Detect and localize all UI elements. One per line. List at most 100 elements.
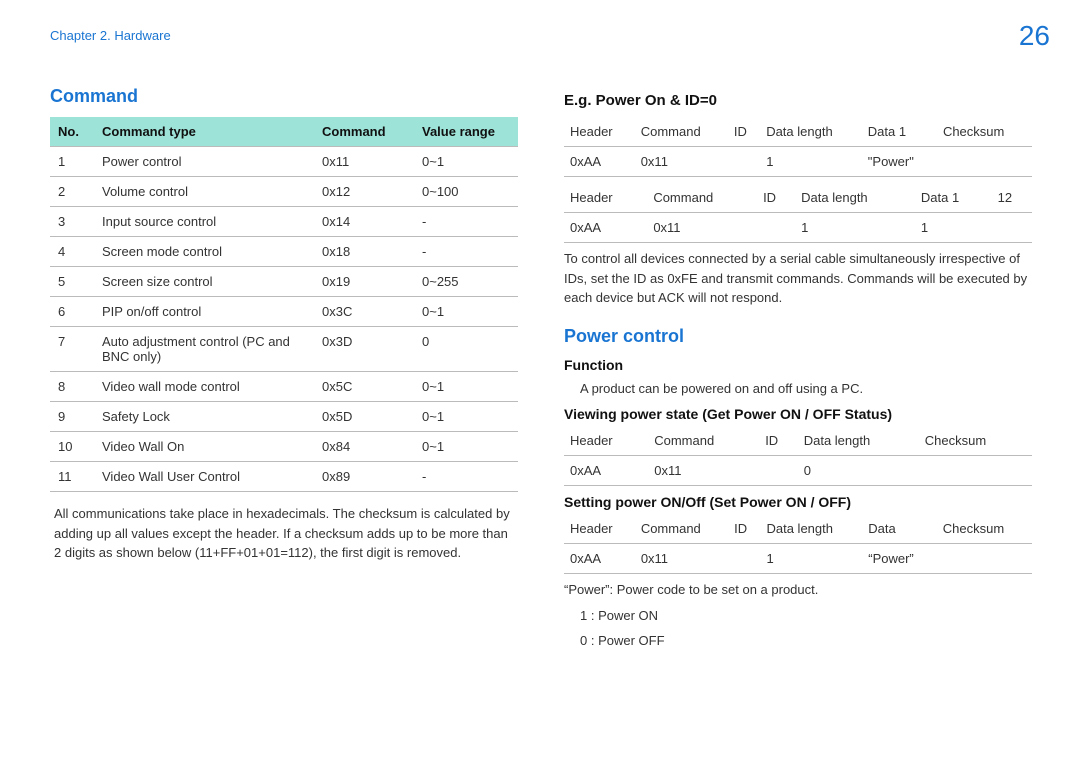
cell: Header [564,514,635,544]
cell: 2 [50,177,94,207]
cell: 0x11 [647,213,757,243]
cell: 0x3D [314,327,414,372]
cell: ID [728,514,760,544]
cell: 0~1 [414,147,518,177]
cell: Data 1 [915,183,992,213]
cell: Video Wall On [94,432,314,462]
command-table: No. Command type Command Value range 1Po… [50,117,518,492]
command-heading: Command [50,86,518,107]
cell: 8 [50,372,94,402]
cell: - [414,462,518,492]
page-header: Chapter 2. Hardware 26 [50,28,1050,52]
cell: Data 1 [862,117,937,147]
cell: Checksum [937,514,1032,544]
cell: Auto adjustment control (PC and BNC only… [94,327,314,372]
example-heading: E.g. Power On & ID=0 [564,92,1032,109]
table-row: 4Screen mode control0x18- [50,237,518,267]
power-desc: “Power”: Power code to be set on a produ… [564,580,1032,600]
two-column-layout: Command No. Command type Command Value r… [50,86,1050,657]
command-note: All communications take place in hexadec… [50,504,518,563]
cell: 1 [760,147,862,177]
table-row: 6PIP on/off control0x3C0~1 [50,297,518,327]
cell: Checksum [937,117,1032,147]
cell: 10 [50,432,94,462]
cell: 1 [795,213,915,243]
table-row: 9Safety Lock0x5D0~1 [50,402,518,432]
cell: 0~1 [414,297,518,327]
table-row: 1Power control0x110~1 [50,147,518,177]
cell: 0xAA [564,147,635,177]
cell: 11 [50,462,94,492]
cell: 0xAA [564,213,647,243]
cell: 0x89 [314,462,414,492]
cell: 0x14 [314,207,414,237]
cell: 9 [50,402,94,432]
cell: 0~1 [414,432,518,462]
col-no: No. [50,117,94,147]
cell: 0 [798,456,919,486]
cell: 0 [414,327,518,372]
cell [759,456,798,486]
cell: 1 [50,147,94,177]
cell [728,544,760,574]
example-table-1: HeaderCommandIDData lengthData 1Checksum… [564,117,1032,177]
col-cmd: Command [314,117,414,147]
cell: Header [564,426,648,456]
cell: Data [862,514,937,544]
cell: 1 [915,213,992,243]
cell: Command [635,514,728,544]
cell: "Power" [862,147,937,177]
cell: Header [564,183,647,213]
cell: Safety Lock [94,402,314,432]
cell: 0xAA [564,544,635,574]
power-on-label: 1 : Power ON [580,606,1032,626]
cell: 0x12 [314,177,414,207]
cell: Screen size control [94,267,314,297]
cell: 5 [50,267,94,297]
cell: PIP on/off control [94,297,314,327]
view-table: HeaderCommandIDData lengthChecksum 0xAA0… [564,426,1032,486]
cell: “Power” [862,544,937,574]
cell [919,456,1032,486]
cell: 1 [760,544,862,574]
power-control-heading: Power control [564,326,1032,347]
cell: 0x11 [635,544,728,574]
cell: 0x11 [648,456,759,486]
cell: 0~255 [414,267,518,297]
cell: 0x18 [314,237,414,267]
function-text: A product can be powered on and off usin… [580,379,1032,399]
cell: Screen mode control [94,237,314,267]
cell [757,213,795,243]
col-type: Command type [94,117,314,147]
cell: Volume control [94,177,314,207]
cell: Video Wall User Control [94,462,314,492]
cell: Command [648,426,759,456]
cell: 0x84 [314,432,414,462]
cell: Command [635,117,728,147]
set-table: HeaderCommandIDData lengthDataChecksum 0… [564,514,1032,574]
function-label: Function [564,357,1032,373]
cell [937,147,1032,177]
right-column: E.g. Power On & ID=0 HeaderCommandIDData… [564,86,1032,657]
cell: 0~1 [414,372,518,402]
cell: Data length [795,183,915,213]
cell: 0x5D [314,402,414,432]
cell: Header [564,117,635,147]
table-row: 8Video wall mode control0x5C0~1 [50,372,518,402]
cell: 4 [50,237,94,267]
cell: Power control [94,147,314,177]
table-row: 2Volume control0x120~100 [50,177,518,207]
cell: 7 [50,327,94,372]
cell: 3 [50,207,94,237]
cell: 6 [50,297,94,327]
cell: 0~1 [414,402,518,432]
cell: 0xAA [564,456,648,486]
table-row: 5Screen size control0x190~255 [50,267,518,297]
setting-heading: Setting power ON/Off (Set Power ON / OFF… [564,494,1032,510]
cell [992,213,1032,243]
cell: 0~100 [414,177,518,207]
cell: 0x3C [314,297,414,327]
left-column: Command No. Command type Command Value r… [50,86,518,657]
cell: - [414,237,518,267]
viewing-heading: Viewing power state (Get Power ON / OFF … [564,406,1032,422]
